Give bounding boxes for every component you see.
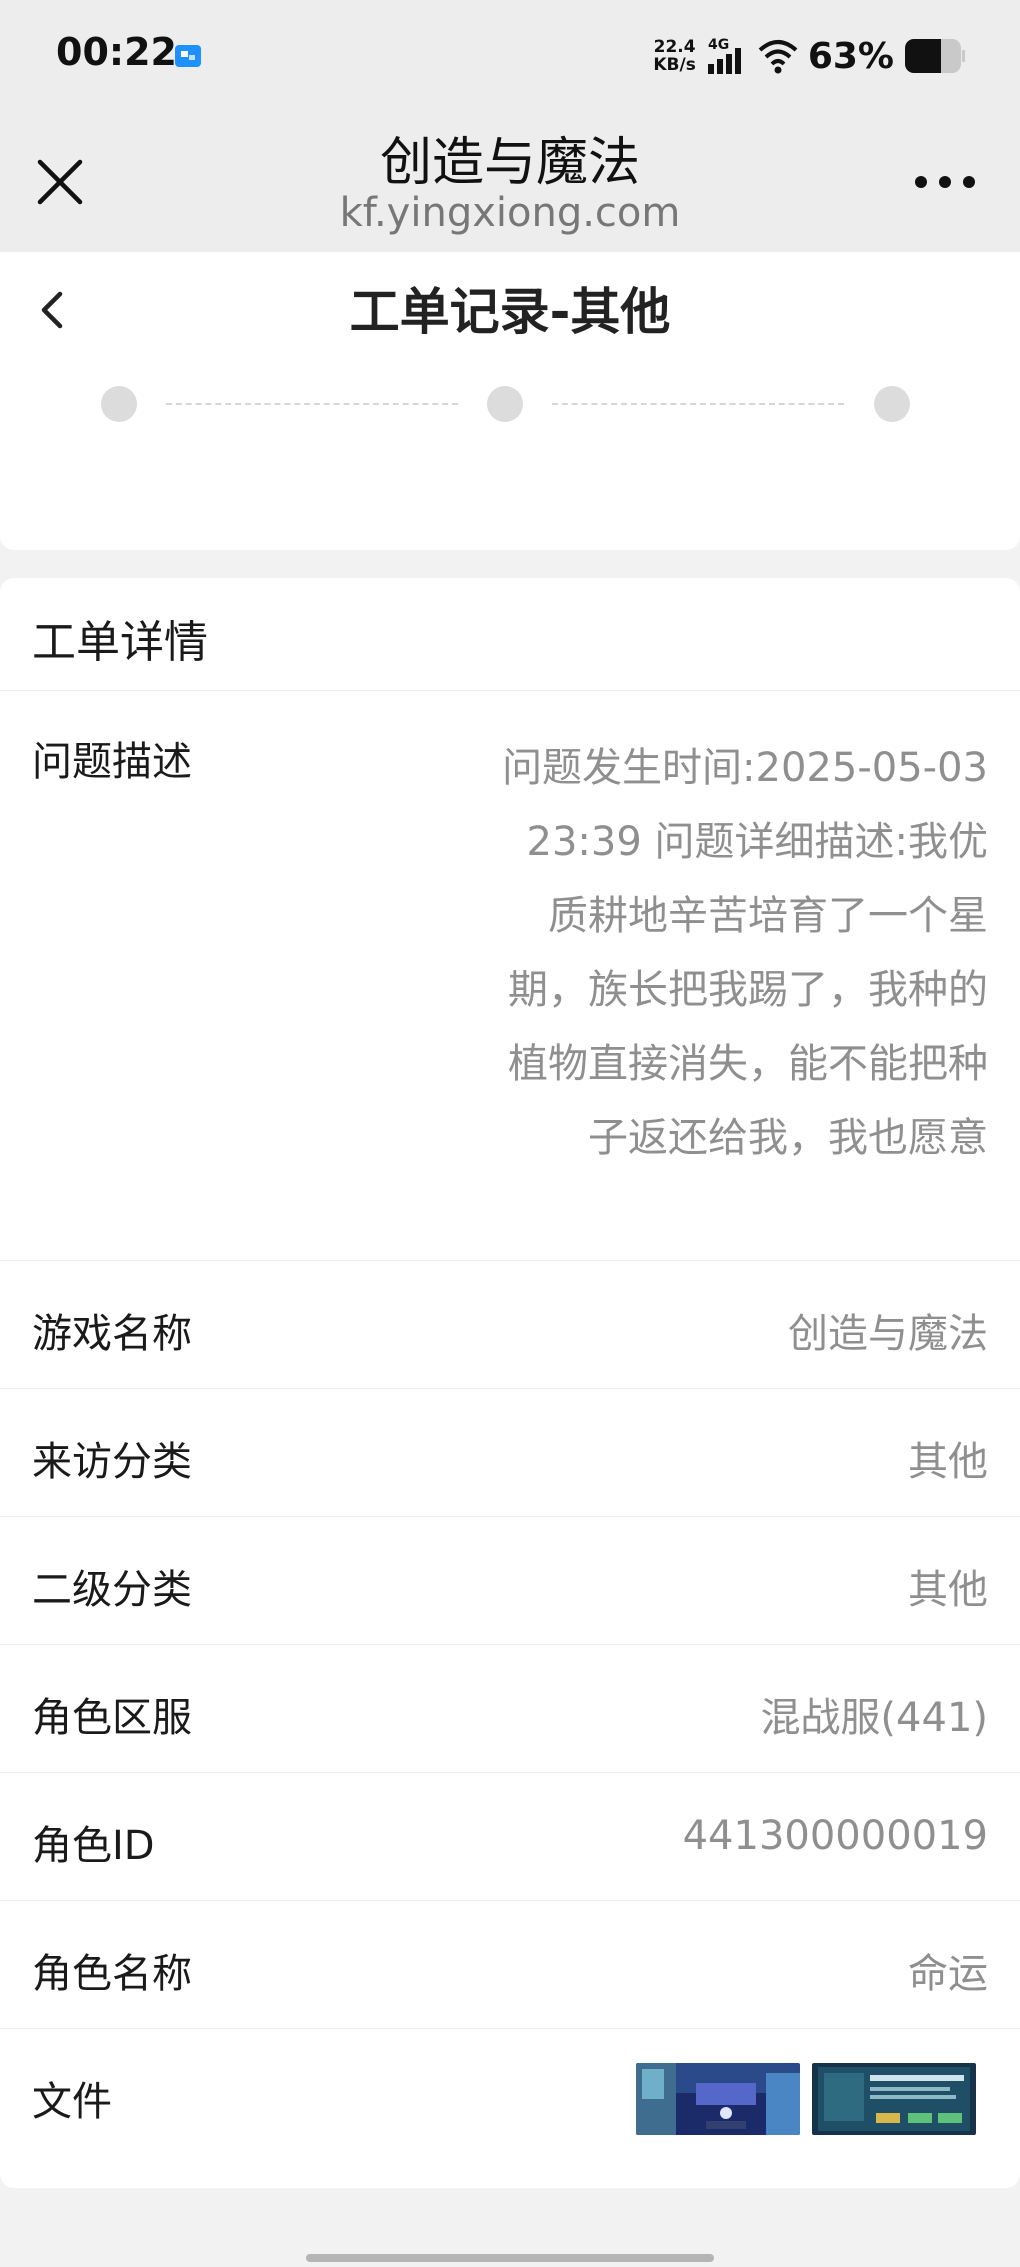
detail-label: 游戏名称: [32, 1311, 192, 1357]
description-value: 问题发生时间:2025-05-03 23:39 问题详细描述:我优质耕地辛苦培育…: [502, 745, 988, 1161]
battery-icon: [905, 39, 965, 73]
battery-percent: 63%: [807, 35, 894, 77]
ticket-details-card: 工单详情 问题描述 问题发生时间:2025-05-03 23:39 问题详细描述…: [0, 578, 1020, 2188]
home-indicator[interactable]: [306, 2254, 714, 2262]
svg-text:4G: 4G: [708, 37, 729, 53]
network-speed-unit: KB/s: [653, 55, 696, 75]
status-time: 00:22: [56, 30, 177, 74]
detail-row-role-id: 角色ID 441300000019: [0, 1773, 1020, 1901]
description-label: 问题描述: [32, 739, 192, 785]
status-indicators: 22.4 KB/s 4G 63%: [653, 32, 966, 80]
detail-value: 其他: [908, 1567, 988, 1613]
detail-value: 其他: [908, 1439, 988, 1485]
detail-row-server: 角色区服 混战服(441): [0, 1645, 1020, 1773]
detail-label: 来访分类: [32, 1439, 192, 1485]
detail-row-files: 文件: [0, 2029, 1020, 2169]
file-thumbnail-1[interactable]: [636, 2063, 800, 2135]
page-header: 工单记录-其他: [0, 252, 1020, 362]
step-dot-3: [874, 386, 910, 422]
progress-steps: [0, 362, 1020, 550]
card-title: 工单详情: [32, 617, 208, 668]
step-connector-1: [166, 403, 458, 405]
site-title: 创造与魔法: [379, 133, 640, 193]
description-row: 问题描述 问题发生时间:2025-05-03 23:39 问题详细描述:我优质耕…: [0, 691, 1020, 1261]
detail-label: 二级分类: [32, 1567, 192, 1613]
network-speed-value: 22.4: [653, 37, 696, 57]
detail-value: 命运: [908, 1951, 988, 1997]
detail-row-role-name: 角色名称 命运: [0, 1901, 1020, 2029]
page-title: 工单记录-其他: [349, 283, 671, 341]
files-label: 文件: [32, 2079, 112, 2125]
detail-value: 创造与魔法: [788, 1311, 988, 1357]
site-url: kf.yingxiong.com: [339, 190, 681, 236]
step-dot-2: [487, 386, 523, 422]
app-notification-icon: [175, 45, 201, 67]
detail-label: 角色区服: [32, 1695, 192, 1741]
status-bar: 00:22 22.4 KB/s 4G 63%: [0, 0, 1020, 112]
browser-header: 创造与魔法 kf.yingxiong.com: [0, 112, 1020, 252]
detail-label: 角色名称: [32, 1951, 192, 1997]
more-options-icon[interactable]: [910, 162, 980, 202]
file-thumbnail-2[interactable]: [812, 2063, 976, 2135]
detail-row-visit-category: 来访分类 其他: [0, 1389, 1020, 1517]
network-speed: 22.4 KB/s: [653, 38, 695, 74]
detail-label: 角色ID: [32, 1823, 155, 1869]
detail-row-sub-category: 二级分类 其他: [0, 1517, 1020, 1645]
step-dot-1: [101, 386, 137, 422]
detail-row-game-name: 游戏名称 创造与魔法: [0, 1261, 1020, 1389]
step-connector-2: [552, 403, 844, 405]
signal-4g-icon: 4G: [707, 37, 741, 74]
wifi-icon: [758, 40, 798, 74]
detail-value: 混战服(441): [760, 1695, 988, 1741]
detail-value: 441300000019: [682, 1813, 988, 1859]
